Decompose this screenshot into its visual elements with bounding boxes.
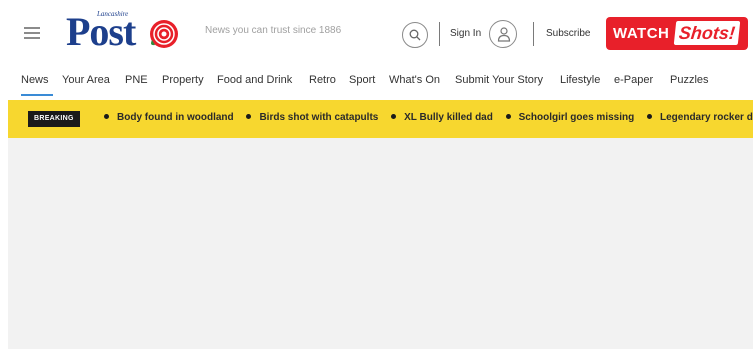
watch-label: WATCH xyxy=(613,25,670,42)
bullet-icon xyxy=(246,114,252,120)
nav-item-e-paper[interactable]: e-Paper xyxy=(614,74,653,86)
search-button[interactable] xyxy=(402,22,428,48)
search-icon xyxy=(409,29,421,41)
headline-text: Legendary rocker d xyxy=(660,112,753,123)
ticker-headline[interactable]: Birds shot with catapults xyxy=(246,112,378,123)
divider xyxy=(533,22,534,46)
active-nav-indicator xyxy=(21,94,53,96)
shots-logo-text: Shots! xyxy=(673,21,741,45)
breaking-news-bar: BREAKING Body found in woodland Birds sh… xyxy=(8,100,753,138)
headline-text: XL Bully killed dad xyxy=(404,112,493,123)
breaking-badge: BREAKING xyxy=(28,111,80,127)
bullet-icon xyxy=(104,114,109,120)
ticker-headline[interactable]: XL Bully killed dad xyxy=(391,112,493,123)
account-button[interactable] xyxy=(489,20,517,48)
site-logo[interactable]: Post Lancashire xyxy=(66,8,186,54)
bullet-icon xyxy=(647,114,652,120)
nav-item-whats-on[interactable]: What's On xyxy=(389,74,440,86)
site-tagline: News you can trust since 1886 xyxy=(205,25,342,36)
nav-item-puzzles[interactable]: Puzzles xyxy=(670,74,709,86)
sign-in-link[interactable]: Sign In xyxy=(450,28,481,39)
breaking-ticker: Body found in woodland Birds shot with c… xyxy=(104,112,753,123)
ticker-headline[interactable]: Schoolgirl goes missing xyxy=(505,112,635,123)
headline-text: Birds shot with catapults xyxy=(259,112,379,123)
nav-item-sport[interactable]: Sport xyxy=(349,74,375,86)
nav-item-retro[interactable]: Retro xyxy=(309,74,336,86)
nav-item-property[interactable]: Property xyxy=(162,74,204,86)
divider xyxy=(439,22,440,46)
nav-item-food-and-drink[interactable]: Food and Drink xyxy=(217,74,292,86)
subscribe-link[interactable]: Subscribe xyxy=(546,28,590,39)
headline-text: Schoolgirl goes missing xyxy=(518,112,635,123)
nav-item-your-area[interactable]: Your Area xyxy=(62,74,110,86)
nav-item-pne[interactable]: PNE xyxy=(125,74,148,86)
ticker-headline[interactable]: Body found in woodland xyxy=(104,112,234,123)
user-icon xyxy=(497,27,511,42)
ticker-headline[interactable]: Legendary rocker d xyxy=(647,112,753,123)
site-header: Post Lancashire News you can trust since… xyxy=(0,0,753,64)
logo-small-text: Lancashire xyxy=(97,10,129,18)
menu-icon[interactable] xyxy=(24,27,40,39)
rose-icon xyxy=(150,20,178,48)
content-placeholder xyxy=(8,138,753,349)
section-nav: News Your Area PNE Property Food and Dri… xyxy=(0,66,753,96)
nav-item-news[interactable]: News xyxy=(21,74,49,86)
nav-item-submit-your-story[interactable]: Submit Your Story xyxy=(455,74,543,86)
bullet-icon xyxy=(505,114,511,120)
nav-item-lifestyle[interactable]: Lifestyle xyxy=(560,74,600,86)
headline-text: Body found in woodland xyxy=(117,112,234,123)
bullet-icon xyxy=(391,114,397,120)
watch-shots-button[interactable]: WATCH Shots! xyxy=(606,17,748,50)
